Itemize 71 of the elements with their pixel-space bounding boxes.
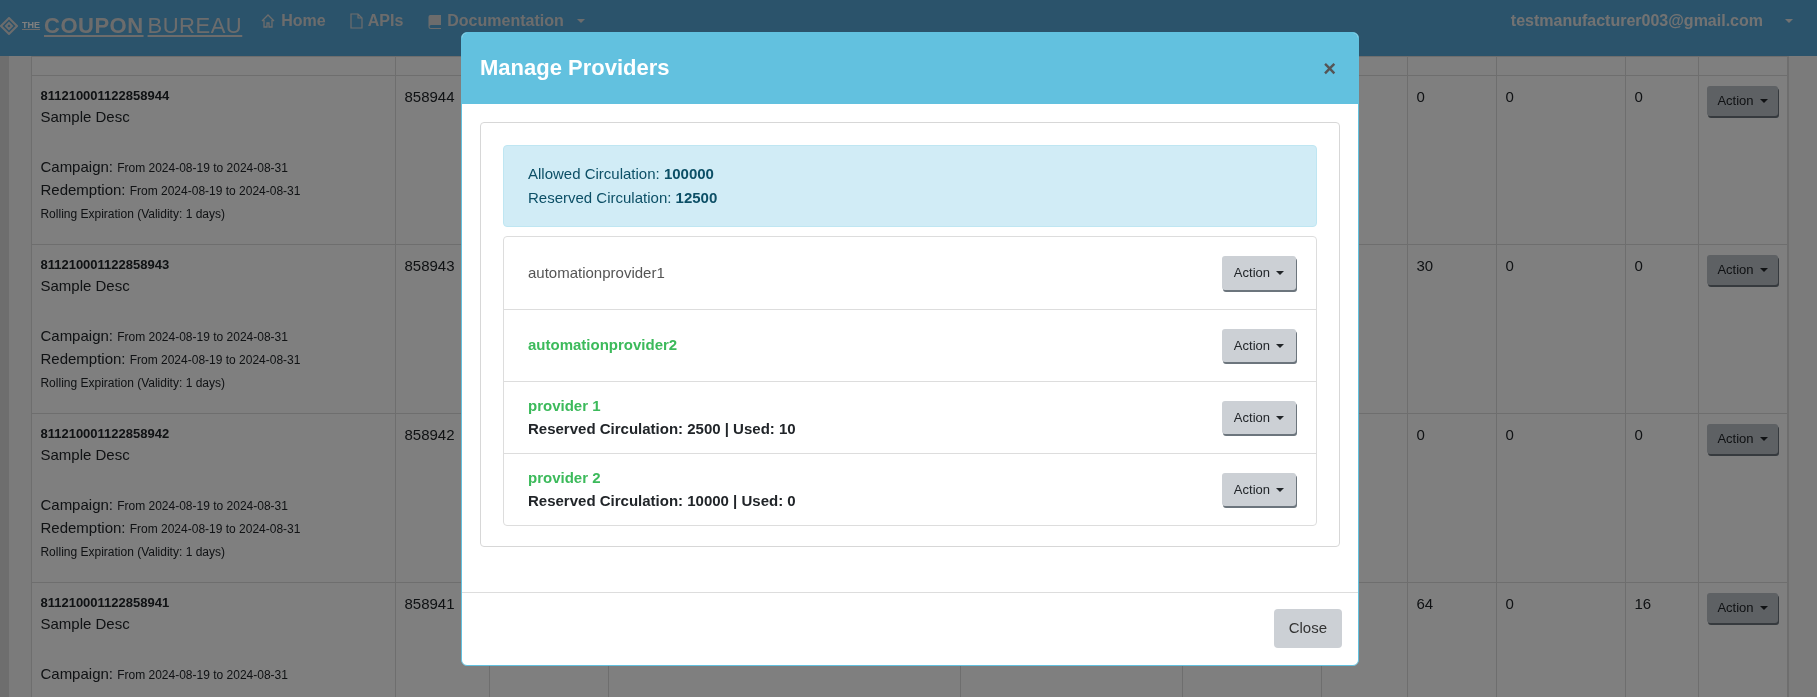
provider-circulation-text: Reserved Circulation: 10000 | Used: 0	[528, 490, 796, 511]
coupon-code: 811210001122858944	[40, 87, 171, 105]
table-cell: 0	[1625, 75, 1699, 245]
description-text: Sample Desc	[40, 613, 131, 634]
table-cell: 0	[1496, 75, 1626, 245]
nav-link[interactable]: APIs	[349, 9, 404, 33]
description-text: Sample Desc	[40, 444, 131, 465]
provider-name: provider 2	[528, 468, 602, 488]
redemption-label: Redemption:	[40, 349, 126, 367]
caret-icon	[1276, 415, 1284, 420]
brand-text: BUREAU	[147, 12, 243, 40]
action-button[interactable]: Action	[1707, 255, 1778, 285]
action-button[interactable]: Action	[1221, 400, 1296, 435]
provider-name: automationprovider1	[528, 262, 665, 283]
coupon-code: 811210001122858941	[40, 594, 171, 612]
close-button[interactable]: Close	[1273, 609, 1342, 648]
caret-icon	[1276, 487, 1284, 492]
provider-name: provider 1	[528, 396, 602, 416]
campaign-label: Campaign:	[40, 158, 113, 175]
rolling-expiration-text: Rolling Expiration (Validity: 1 days)	[40, 544, 226, 561]
campaign-label: Campaign:	[40, 496, 113, 513]
action-button[interactable]: Action	[1221, 328, 1296, 363]
coupon-code: 811210001122858942	[40, 425, 171, 443]
caret-icon	[1759, 605, 1768, 610]
campaign-label: Campaign:	[40, 665, 113, 682]
document-icon	[349, 13, 363, 29]
redemption-label: Redemption:	[40, 518, 126, 536]
table-cell: 0	[1407, 413, 1497, 583]
action-button[interactable]: Action	[1221, 472, 1296, 507]
action-button[interactable]: Action	[1707, 424, 1778, 454]
circulation-text: Allowed Circulation: 100000	[528, 164, 715, 184]
table-cell: 30	[1407, 244, 1497, 414]
description-text: Sample Desc	[40, 275, 131, 296]
user-menu[interactable]: testmanufacturer003@gmail.com	[1510, 9, 1793, 33]
campaign-dates: From 2024-08-19 to 2024-08-31	[117, 499, 288, 513]
description-text: Sample Desc	[40, 106, 131, 127]
circulation-text: Reserved Circulation: 12500	[528, 188, 719, 208]
rolling-expiration-text: Rolling Expiration (Validity: 1 days)	[40, 375, 226, 392]
caret-icon	[1759, 98, 1768, 103]
coupon-code: 811210001122858943	[40, 256, 171, 274]
book-icon	[427, 13, 443, 29]
provider-name: automationprovider2	[528, 335, 678, 356]
caret-icon	[1276, 271, 1284, 275]
redemption-dates: From 2024-08-19 to 2024-08-31	[129, 352, 301, 367]
table-cell: 0	[1407, 75, 1497, 245]
campaign-label: Campaign:	[40, 327, 113, 344]
action-button[interactable]: Action	[1221, 256, 1296, 290]
campaign-dates: From 2024-08-19 to 2024-08-31	[117, 668, 288, 682]
table-cell: 0	[1496, 244, 1626, 414]
caret-icon	[1759, 267, 1768, 272]
provider-circulation-text: Reserved Circulation: 2500 | Used: 10	[528, 418, 796, 439]
redemption-dates: From 2024-08-19 to 2024-08-31	[129, 183, 301, 198]
redemption-label: Redemption:	[40, 180, 126, 198]
campaign-dates: From 2024-08-19 to 2024-08-31	[117, 161, 288, 175]
brand-text: COUPON	[44, 12, 144, 40]
diamond-logo-icon	[0, 16, 18, 35]
action-button[interactable]: Action	[1707, 593, 1778, 623]
close-button[interactable]: ×	[1319, 57, 1340, 80]
house-icon	[260, 13, 277, 29]
redemption-dates: From 2024-08-19 to 2024-08-31	[129, 521, 301, 536]
brand-small-text: THE	[22, 21, 40, 30]
table-cell: 0	[1625, 413, 1699, 583]
table-cell: 0	[1496, 413, 1626, 583]
nav-link[interactable]: Documentation	[427, 9, 585, 33]
caret-icon	[1276, 343, 1284, 348]
nav-link[interactable]: Home	[260, 9, 326, 33]
campaign-dates: From 2024-08-19 to 2024-08-31	[117, 330, 288, 344]
rolling-expiration-text: Rolling Expiration (Validity: 1 days)	[40, 206, 226, 223]
action-button[interactable]: Action	[1707, 86, 1778, 116]
caret-icon	[1759, 436, 1768, 441]
table-cell: 0	[1625, 244, 1699, 414]
